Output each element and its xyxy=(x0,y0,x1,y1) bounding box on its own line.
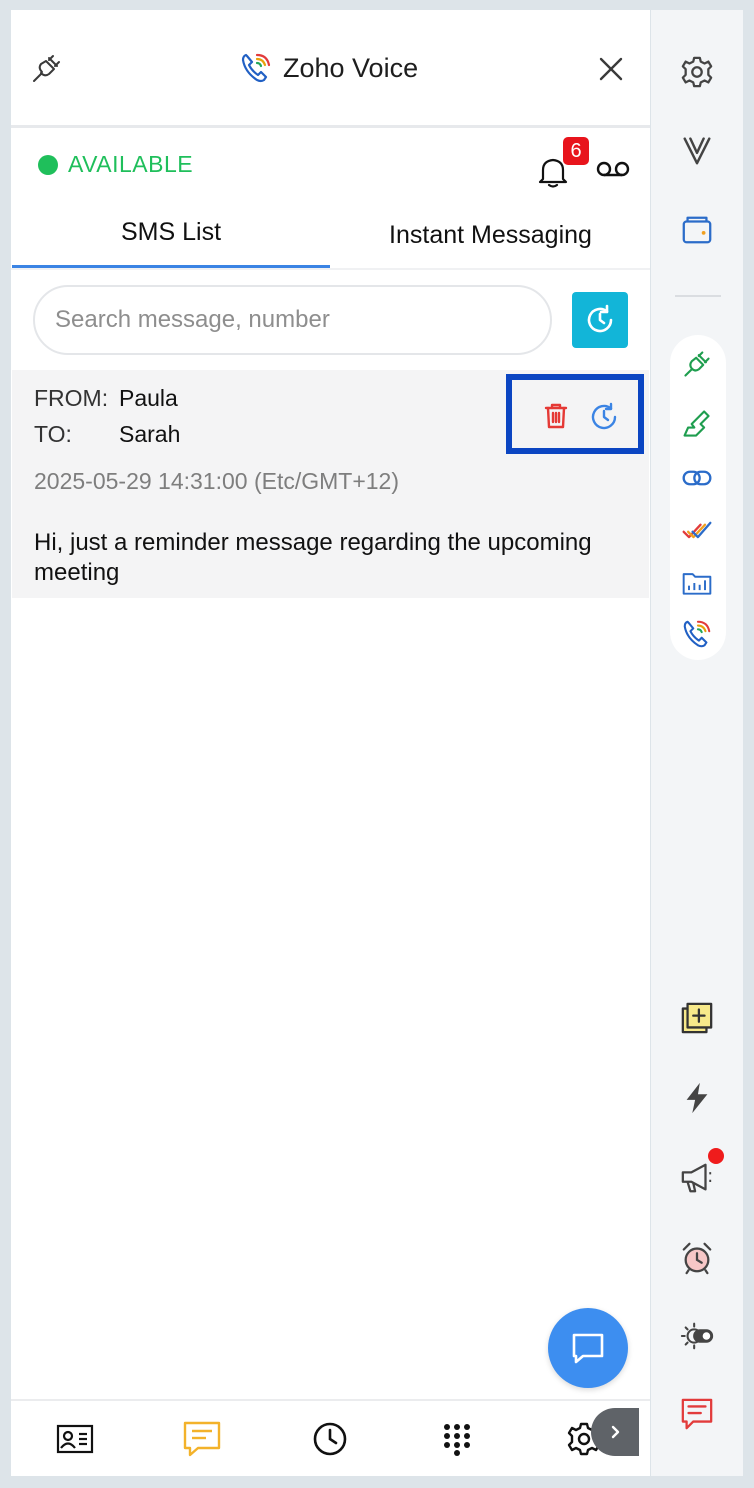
panel-header: Zoho Voice xyxy=(11,10,650,128)
megaphone-notification-dot xyxy=(708,1148,724,1164)
delete-icon[interactable] xyxy=(543,402,569,430)
rail-bolt-icon[interactable] xyxy=(679,1080,715,1116)
message-body: Hi, just a reminder message regarding th… xyxy=(34,529,592,586)
voice-panel: Zoho Voice AVAILABLE 6 SMS List Instant … xyxy=(11,10,650,1476)
from-value: Paula xyxy=(119,385,178,411)
search-input[interactable] xyxy=(33,285,552,355)
rail-chart-folder-icon[interactable] xyxy=(679,565,715,601)
message-actions xyxy=(506,374,644,454)
refresh-button[interactable] xyxy=(572,292,628,348)
tab-divider xyxy=(11,268,650,270)
rail-add-note-icon[interactable] xyxy=(679,1000,715,1036)
rail-link-icon[interactable] xyxy=(679,460,715,496)
expand-panel-button[interactable] xyxy=(591,1408,639,1456)
rail-app-group xyxy=(670,335,726,660)
tab-sms-list[interactable]: SMS List xyxy=(12,200,330,270)
zoho-voice-logo-icon xyxy=(241,53,271,83)
to-value: Sarah xyxy=(119,421,181,447)
new-message-button[interactable] xyxy=(548,1308,628,1388)
from-label: FROM: xyxy=(34,385,109,411)
to-label: TO: xyxy=(34,421,72,447)
message-timestamp: 2025-05-29 14:31:00 (Etc/GMT+12) xyxy=(34,468,400,494)
status-indicator xyxy=(38,155,58,175)
right-app-rail xyxy=(651,10,743,1476)
dialpad-icon[interactable] xyxy=(437,1419,477,1459)
unpin-plug-icon[interactable] xyxy=(29,50,65,86)
rail-checkmarks-icon[interactable] xyxy=(679,512,715,548)
rail-settings-icon[interactable] xyxy=(679,54,715,90)
chat-bubble-icon xyxy=(572,1333,604,1364)
messages-icon[interactable] xyxy=(182,1419,222,1459)
refresh-icon xyxy=(587,304,613,333)
app-title-text: Zoho Voice xyxy=(283,52,419,83)
rail-voice-icon[interactable] xyxy=(679,616,715,652)
reschedule-icon[interactable] xyxy=(589,402,619,432)
rail-theme-toggle-icon[interactable] xyxy=(679,1318,715,1354)
app-title: Zoho Voice xyxy=(239,48,418,88)
notification-count-badge: 6 xyxy=(563,137,589,165)
availability-status[interactable]: AVAILABLE xyxy=(68,151,193,178)
sms-list-item[interactable]: FROM: Paula TO: Sarah 2025-05-29 14:31:0… xyxy=(12,370,649,598)
rail-vani-icon[interactable] xyxy=(679,132,715,168)
bottom-nav xyxy=(11,1399,650,1476)
history-icon[interactable] xyxy=(310,1419,350,1459)
tab-bar: SMS List Instant Messaging xyxy=(11,200,650,270)
chevron-right-icon xyxy=(611,1425,620,1439)
rail-alarm-icon[interactable] xyxy=(679,1240,715,1276)
rail-divider xyxy=(675,295,721,297)
tab-instant-messaging[interactable]: Instant Messaging xyxy=(331,200,650,270)
rail-feedback-icon[interactable] xyxy=(679,1396,715,1432)
rail-megaphone-icon[interactable] xyxy=(679,1160,715,1196)
close-icon[interactable] xyxy=(594,52,628,86)
contacts-icon[interactable] xyxy=(55,1419,95,1459)
status-row: AVAILABLE 6 xyxy=(11,131,650,195)
rail-plug-icon[interactable] xyxy=(679,346,715,382)
voicemail-icon[interactable] xyxy=(595,157,631,181)
rail-signal-icon[interactable] xyxy=(679,406,715,442)
rail-wallet-icon[interactable] xyxy=(679,212,715,248)
